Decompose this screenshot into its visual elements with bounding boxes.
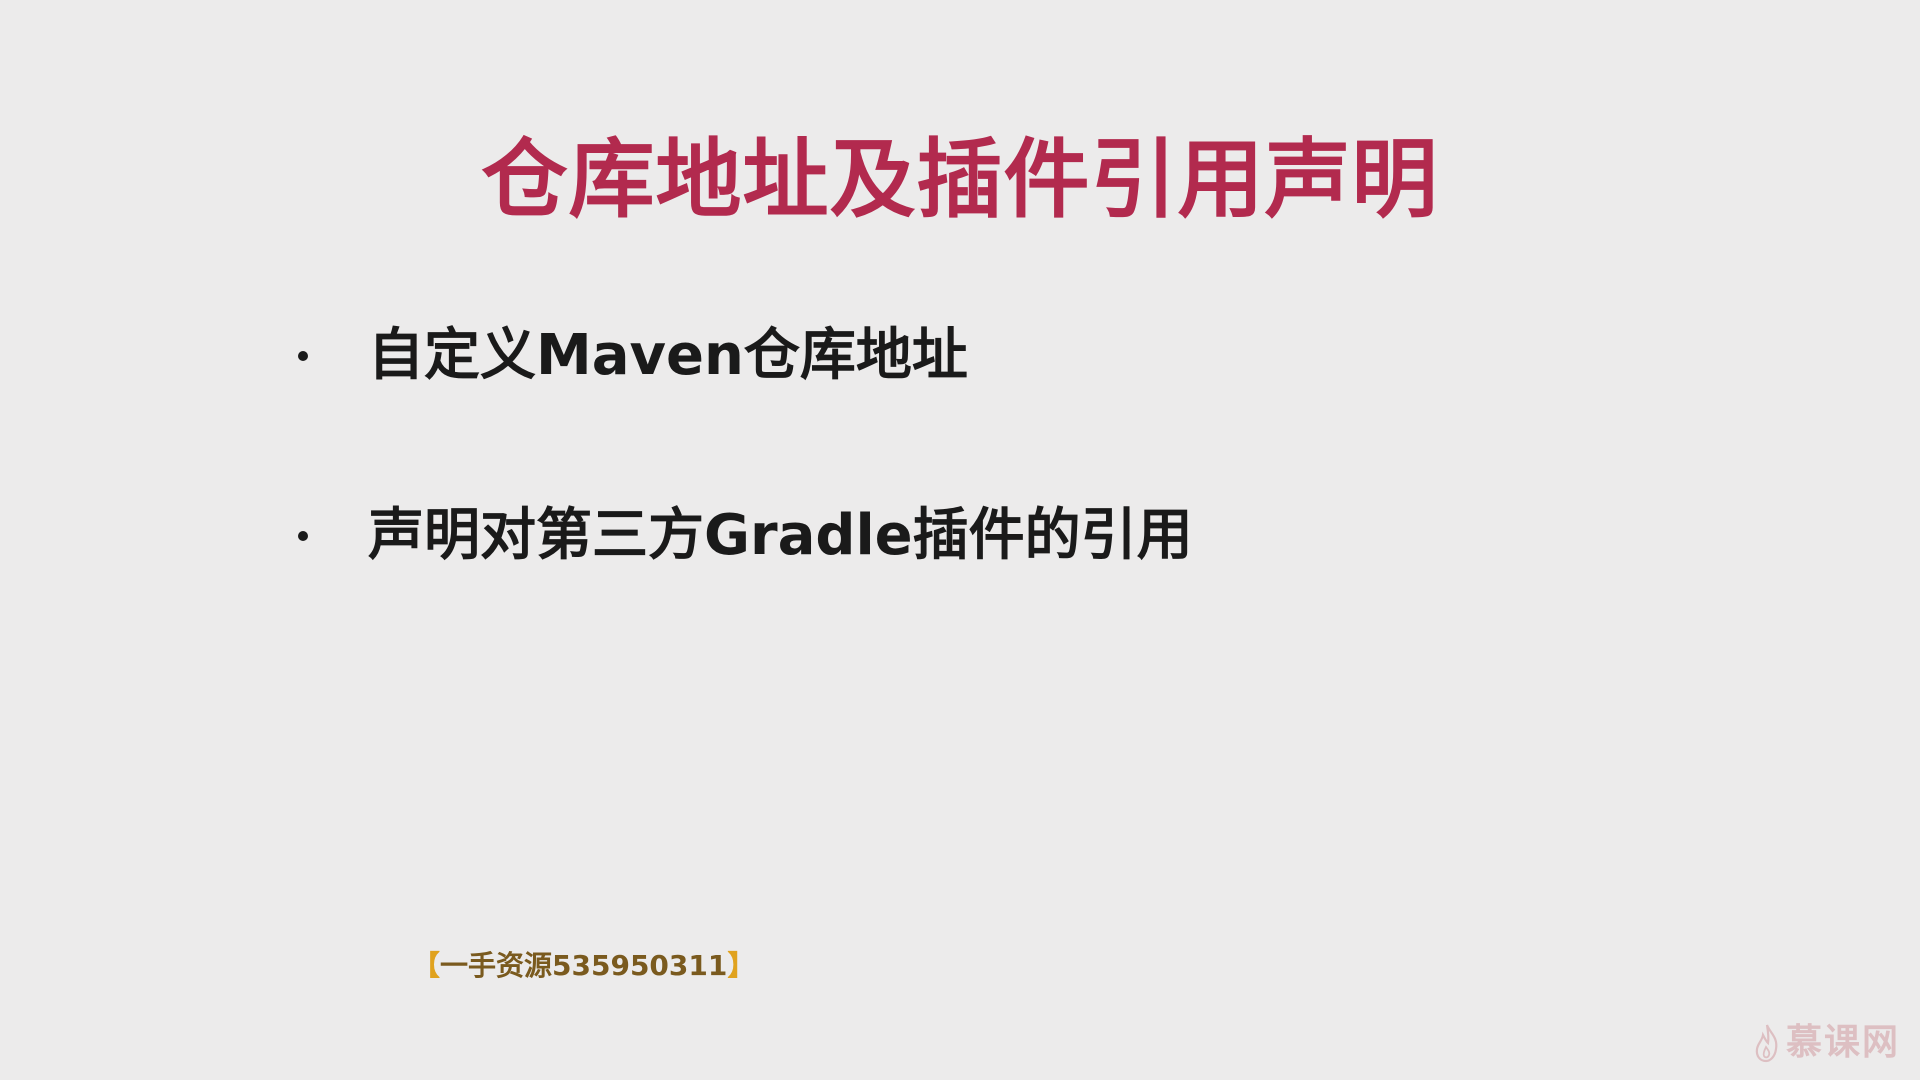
flame-icon (1755, 1024, 1778, 1063)
brand-logo: 慕课网 (1754, 1018, 1900, 1068)
flame-shape (1755, 1024, 1778, 1063)
slide-canvas: 仓库地址及插件引用声明 自定义Maven仓库地址 声明对第三方Gradle插件的… (0, 0, 1920, 1080)
bullet-dot-icon (298, 351, 308, 361)
bullet-item: 自定义Maven仓库地址 (292, 316, 968, 396)
watermark-text: 一手资源535950311 (440, 949, 728, 982)
watermark-close-bracket: 】 (727, 949, 756, 982)
flame-inner-shape (1762, 1045, 1771, 1059)
bullet-item: 声明对第三方Gradle插件的引用 (292, 496, 1193, 576)
slide-title: 仓库地址及插件引用声明 (481, 130, 1439, 230)
resource-watermark: 【一手资源535950311】 (412, 946, 755, 986)
brand-text: 慕课网 (1785, 1022, 1900, 1063)
bullet-text: 声明对第三方Gradle插件的引用 (368, 503, 1193, 568)
bullet-text: 自定义Maven仓库地址 (368, 323, 968, 388)
bullet-dot-icon (298, 531, 308, 541)
watermark-open-bracket: 【 (412, 949, 441, 982)
